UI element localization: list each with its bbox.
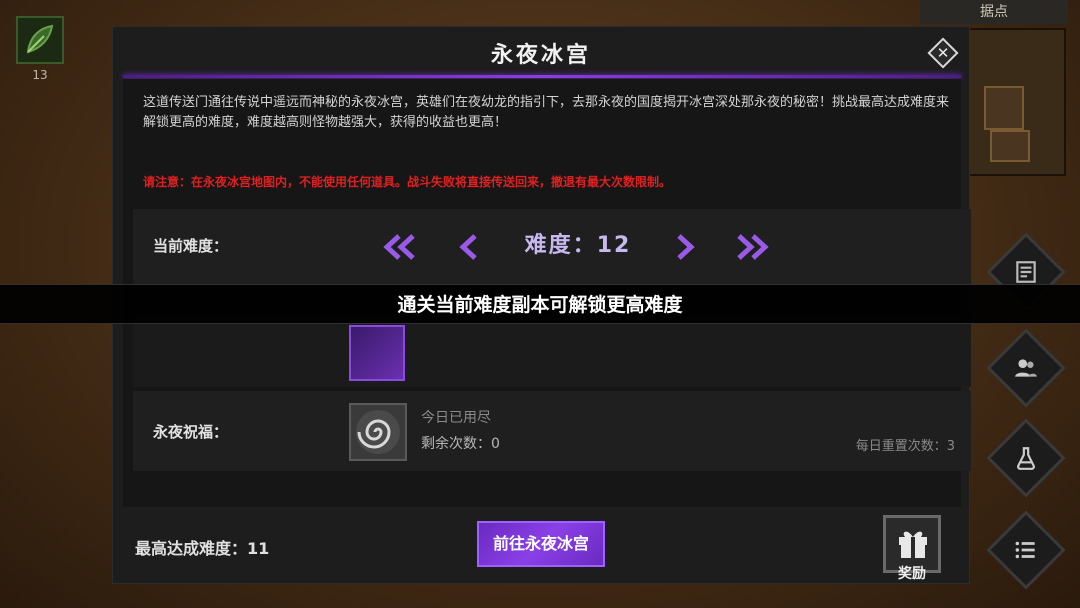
dialog-title: 永夜冰宫 (490, 43, 591, 68)
minimap-title: 据点 (920, 0, 1068, 24)
title-divider (123, 75, 961, 78)
list-menu-icon[interactable] (998, 522, 1054, 578)
blessing-daily-reset: 每日重置次数：3 (855, 439, 955, 454)
blessing-label: 永夜祝福： (153, 423, 229, 441)
swirl-icon (356, 410, 400, 454)
potion-icon[interactable] (998, 430, 1054, 486)
double-chevron-right-icon (737, 234, 769, 260)
difficulty-prev-button[interactable] (447, 229, 491, 265)
close-button[interactable]: ✕ (925, 35, 961, 71)
reward-item-slot[interactable] (349, 325, 405, 381)
item-count: 13 (32, 68, 48, 82)
go-ice-palace-button[interactable]: 前往永夜冰宫 (477, 521, 605, 567)
difficulty-value: 12 (596, 233, 632, 258)
close-icon: ✕ (936, 44, 950, 62)
friends-icon[interactable] (998, 340, 1054, 396)
blessing-row: 永夜祝福： 今日已用尽 剩余次数：0 每日重置次数：3 (133, 391, 971, 471)
difficulty-display: 难度：12 (503, 227, 653, 259)
leaf-icon (26, 24, 54, 54)
chevron-right-icon (677, 234, 695, 260)
minimap[interactable] (968, 28, 1066, 176)
difficulty-label: 当前难度： (153, 237, 229, 255)
inventory-slot[interactable] (16, 16, 64, 64)
difficulty-next-button[interactable] (663, 229, 707, 265)
reward-label: 奖励 (898, 566, 926, 582)
blessing-slot[interactable] (349, 403, 407, 461)
blessing-status: 今日已用尽 (421, 410, 491, 426)
difficulty-last-button[interactable] (729, 229, 773, 265)
max-difficulty-text: 最高达成难度：11 (135, 539, 270, 558)
difficulty-first-button[interactable] (379, 229, 423, 265)
gift-icon (899, 531, 927, 558)
double-chevron-left-icon (383, 234, 415, 260)
description-text: 这道传送门通往传说中遥远而神秘的永夜冰宫，英雄们在夜幼龙的指引下，去那永夜的国度… (143, 95, 950, 130)
toast-message: 通关当前难度副本可解锁更高难度 (0, 284, 1080, 324)
difficulty-value-label: 难度： (524, 233, 597, 258)
difficulty-row: 当前难度： 难度：12 (133, 209, 971, 285)
difficulty-reward-row (133, 315, 971, 387)
chevron-left-icon (459, 234, 477, 260)
blessing-remaining: 剩余次数：0 (421, 436, 500, 452)
warning-text: 请注意：在永夜冰宫地图内，不能使用任何道具。战斗失败将直接传送回来，撤退有最大次… (143, 175, 672, 189)
